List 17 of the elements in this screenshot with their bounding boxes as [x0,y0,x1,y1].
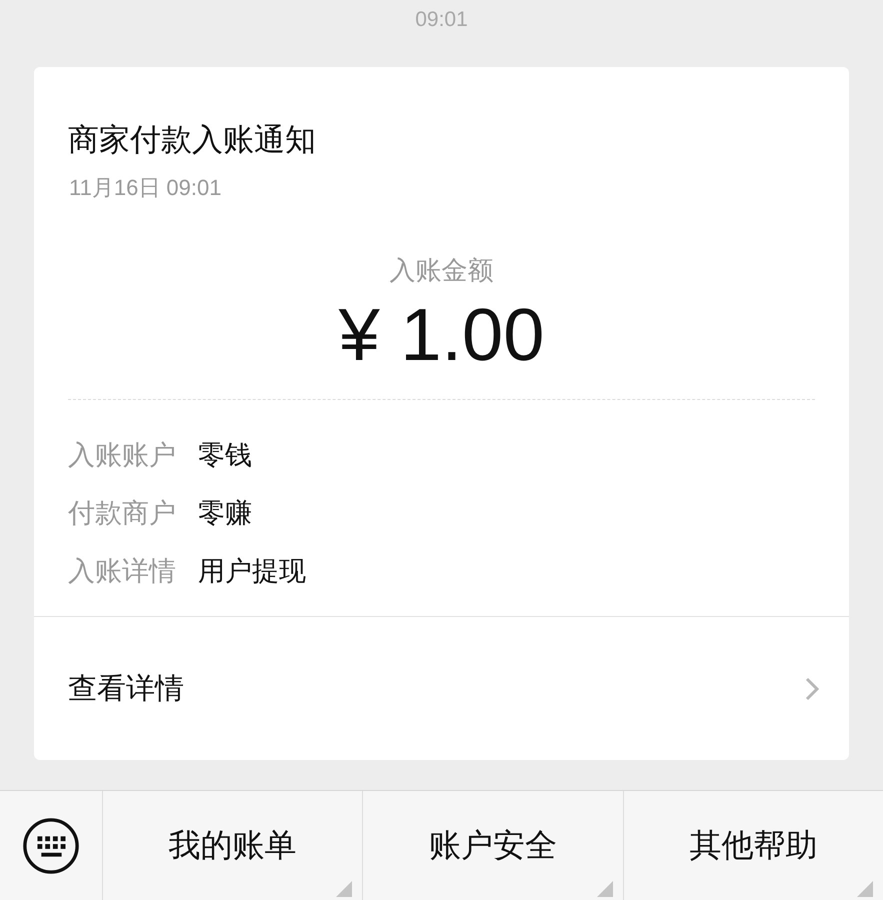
amount-value: ¥ 1.00 [338,292,544,377]
menu-button[interactable]: 其他帮助 [622,791,883,900]
field-value: 用户提现 [198,555,306,589]
card-title: 商家付款入账通知 [68,121,316,160]
menu-button[interactable]: 账户安全 [362,791,623,900]
amount-label: 入账金额 [390,255,494,288]
field-value: 零钱 [198,439,252,473]
keyboard-icon[interactable] [22,817,80,875]
message-time: 09:01 [415,8,468,33]
menu-button[interactable]: 我的账单 [102,791,362,900]
field-label: 付款商户 [68,497,176,531]
field-label: 入账账户 [68,439,176,473]
card-date: 11月16日 09:01 [69,174,222,202]
details-link[interactable]: 查看详情 [34,617,849,760]
field-value: 零赚 [198,497,252,531]
field-label: 入账详情 [68,555,176,589]
chevron-icon [805,676,819,700]
